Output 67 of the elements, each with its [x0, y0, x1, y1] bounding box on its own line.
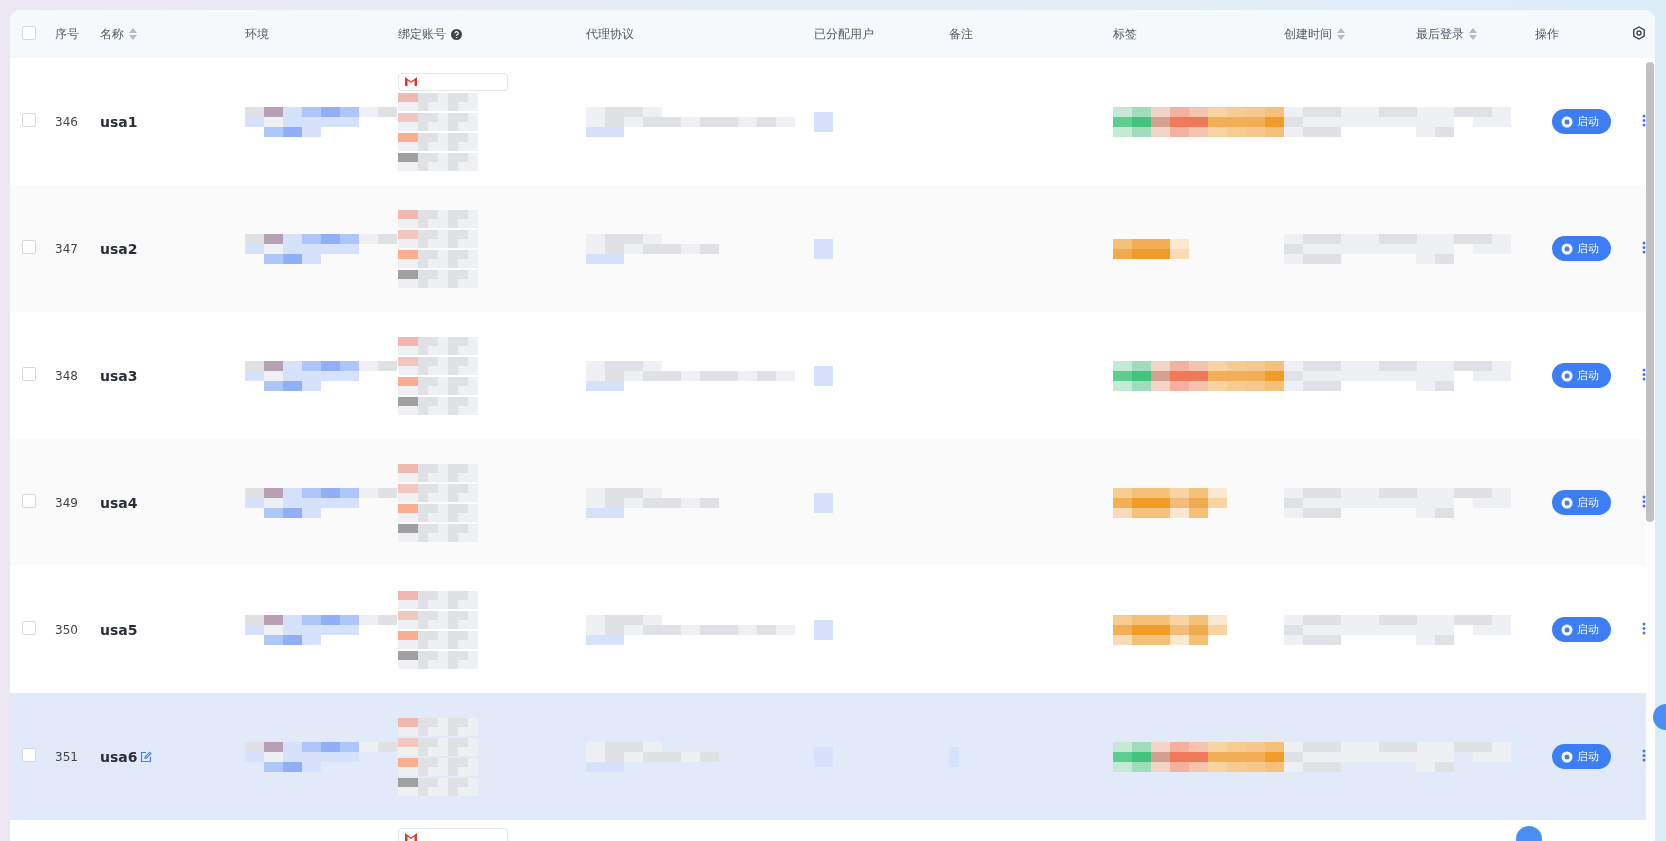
- profile-name: usa3: [100, 367, 138, 384]
- profile-name: usa2: [100, 240, 138, 257]
- more-icon[interactable]: [1642, 368, 1646, 381]
- browser-icon: [1561, 242, 1573, 255]
- account-chip[interactable]: [398, 72, 508, 91]
- launch-button[interactable]: 启动: [1552, 617, 1611, 642]
- more-icon[interactable]: [1642, 241, 1646, 254]
- column-header: 环境: [245, 25, 269, 43]
- column-header: 操作: [1535, 25, 1559, 43]
- profile-name: usa1: [100, 113, 138, 130]
- pixelated-text: [814, 619, 833, 640]
- pixelated-text: [814, 111, 833, 132]
- column-header: 备注: [949, 25, 973, 43]
- profile-name: usa6: [100, 748, 138, 765]
- row-index: 347: [55, 241, 79, 256]
- pixelated-text: [814, 492, 833, 513]
- launch-button[interactable]: 启动: [1552, 744, 1611, 769]
- profile-name: usa5: [100, 621, 138, 638]
- launch-button[interactable]: 启动: [1552, 490, 1611, 515]
- more-icon[interactable]: [1642, 622, 1646, 635]
- mail-icon: [404, 831, 418, 841]
- more-icon[interactable]: [1642, 114, 1646, 127]
- browser-icon: [1561, 115, 1573, 128]
- pixelated-text: [814, 238, 833, 259]
- column-header: 创建时间: [1284, 25, 1332, 43]
- sort-icon[interactable]: [1337, 28, 1345, 40]
- scrollbar[interactable]: [1646, 62, 1654, 522]
- table-row[interactable]: 347 usa2 启动: [10, 185, 1646, 312]
- browser-icon: [1561, 750, 1573, 763]
- column-header: 名称: [100, 25, 124, 43]
- row-index: 346: [55, 114, 79, 129]
- settings-icon[interactable]: [1632, 25, 1646, 40]
- row-index: 349: [55, 495, 79, 510]
- row-index: 350: [55, 622, 79, 637]
- pixelated-text: [814, 365, 833, 386]
- browser-icon: [1561, 496, 1573, 509]
- launch-button[interactable]: 启动: [1552, 363, 1611, 388]
- column-header: 代理协议: [586, 25, 634, 43]
- column-header: 绑定账号: [398, 25, 446, 43]
- account-chip[interactable]: [398, 828, 508, 841]
- checkbox[interactable]: [22, 25, 36, 40]
- help-icon[interactable]: [451, 28, 462, 40]
- more-icon[interactable]: [1642, 749, 1646, 762]
- mail-icon: [404, 76, 418, 87]
- column-header: 标签: [1113, 25, 1137, 43]
- browser-icon: [1561, 623, 1573, 636]
- browser-icon: [1561, 369, 1573, 382]
- checkbox[interactable]: [22, 240, 36, 254]
- row-index: 351: [55, 749, 79, 764]
- sort-icon[interactable]: [1469, 28, 1477, 40]
- table-row[interactable]: 349 usa4 启动: [10, 439, 1646, 566]
- sort-icon[interactable]: [129, 28, 137, 40]
- table-row[interactable]: 351 usa6 启动: [10, 693, 1646, 820]
- column-header: 已分配用户: [814, 25, 874, 43]
- launch-button[interactable]: 启动: [1552, 236, 1611, 261]
- edit-icon[interactable]: [139, 750, 152, 763]
- column-header: 序号: [55, 25, 79, 43]
- checkbox[interactable]: [22, 113, 36, 127]
- checkbox[interactable]: [22, 494, 36, 508]
- row-index: 348: [55, 368, 79, 383]
- checkbox[interactable]: [22, 621, 36, 635]
- profile-name: usa4: [100, 494, 138, 511]
- more-icon[interactable]: [1642, 495, 1646, 508]
- column-header: 最后登录: [1416, 25, 1464, 43]
- checkbox[interactable]: [22, 748, 36, 762]
- launch-button[interactable]: 启动: [1552, 109, 1611, 134]
- checkbox[interactable]: [22, 367, 36, 381]
